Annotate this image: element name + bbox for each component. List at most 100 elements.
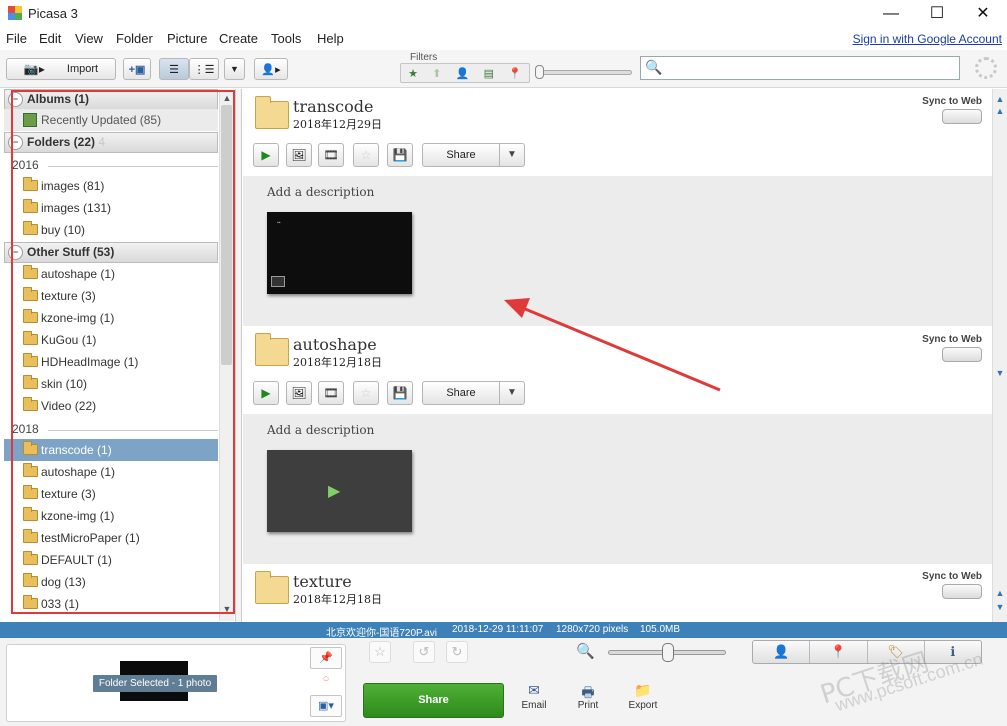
menu-edit[interactable]: Edit (39, 31, 61, 46)
menu-picture[interactable]: Picture (167, 31, 207, 46)
share-button-large[interactable]: Share (363, 683, 504, 718)
star-icon: ☆ (374, 644, 386, 659)
status-filesize: 105.0MB (640, 624, 681, 635)
annotation-arrow (504, 298, 721, 392)
sync-toggle[interactable] (942, 347, 982, 362)
menu-create[interactable]: Create (219, 31, 258, 46)
share-button[interactable]: Share (422, 143, 500, 167)
export-button[interactable]: 📁 Export (621, 682, 665, 711)
rotate-right-button[interactable]: ↻ (446, 641, 468, 663)
section-title[interactable]: transcode (293, 97, 373, 116)
hold-pin-button[interactable]: 📌 (310, 647, 342, 669)
video-thumbnail[interactable]: ▶ (267, 450, 412, 532)
folder-icon (255, 333, 289, 366)
album-dropdown-icon: ▣▾ (318, 700, 334, 712)
search-input[interactable]: 🔍 (640, 56, 960, 80)
email-label: Email (521, 700, 547, 711)
section-title[interactable]: autoshape (293, 335, 377, 354)
clear-selection-button[interactable]: ○ (310, 669, 342, 691)
scroll-bottom-icon[interactable]: ▼ (994, 601, 1006, 613)
tree-view-button[interactable]: ⋮☰ (189, 58, 219, 80)
sync-to-web-label: Sync to Web (922, 334, 982, 345)
import-button[interactable]: 📷▸ Import (6, 58, 116, 80)
add-description[interactable]: Add a description (267, 185, 374, 199)
filters-label: Filters (410, 52, 438, 63)
close-button[interactable]: ✕ (960, 0, 1006, 27)
slider-knob[interactable] (662, 643, 674, 662)
filter-slider-knob[interactable] (535, 65, 544, 79)
add-album-button[interactable]: +▣ (123, 58, 151, 80)
view-dropdown-button[interactable]: ▼ (224, 58, 245, 80)
menu-view[interactable]: View (75, 31, 103, 46)
save-button[interactable]: 💾 (387, 143, 413, 167)
save-button[interactable]: 💾 (387, 381, 413, 405)
menu-tools[interactable]: Tools (271, 31, 301, 46)
video-thumbnail[interactable]: ▪▪ (267, 212, 412, 294)
collage-icon: 🖼 (291, 148, 307, 162)
sync-toggle[interactable] (942, 584, 982, 599)
upload-filter-icon[interactable]: ⬆ (432, 67, 441, 80)
sync-to-web-label: Sync to Web (922, 96, 982, 107)
face-filter-icon[interactable]: 👤 (456, 67, 470, 80)
filter-time-slider[interactable] (537, 70, 632, 75)
sign-in-link[interactable]: Sign in with Google Account (853, 32, 1002, 46)
export-icon: 📁 (634, 682, 652, 698)
star-filter-icon[interactable]: ★ (408, 67, 418, 80)
location-pin-icon[interactable]: 📍 (810, 641, 868, 663)
add-description[interactable]: Add a description (267, 423, 374, 437)
collage-button[interactable]: 🖼 (286, 381, 312, 405)
movie-filter-icon[interactable]: ▤ (484, 67, 494, 80)
print-button[interactable]: 🖶 Print (566, 682, 610, 711)
email-button[interactable]: ✉ Email (512, 682, 556, 711)
list-view-button[interactable]: ☰ (159, 58, 189, 80)
menu-file[interactable]: File (6, 31, 27, 46)
star-button[interactable]: ☆ (353, 381, 379, 405)
play-slideshow-button[interactable]: ▶ (253, 143, 279, 167)
people-icon[interactable]: 👤 (753, 641, 811, 663)
tree-view-icon: ⋮☰ (193, 63, 215, 76)
star-icon: ☆ (360, 386, 372, 400)
play-slideshow-button[interactable]: ▶ (253, 381, 279, 405)
scroll-up-icon[interactable]: ▲ (994, 105, 1006, 117)
status-datetime: 2018-12-29 11:11:07 (452, 624, 544, 635)
section-title[interactable]: texture (293, 572, 352, 591)
pin-icon: 📌 (319, 652, 333, 664)
search-icon: 🔍 (645, 59, 663, 75)
scroll-up-icon[interactable]: ▲ (994, 587, 1006, 599)
star-button[interactable]: ☆ (369, 641, 391, 663)
printer-icon: 🖶 (581, 684, 595, 700)
panel-splitter[interactable] (235, 89, 242, 622)
movie-button[interactable]: 🎞 (318, 381, 344, 405)
people-button[interactable]: 👤▸ (254, 58, 288, 80)
menu-folder[interactable]: Folder (116, 31, 153, 46)
rotate-left-icon: ↺ (418, 644, 430, 659)
share-button[interactable]: Share (422, 381, 500, 405)
thumb-caption: ▪▪ (277, 220, 281, 226)
menu-help[interactable]: Help (317, 31, 344, 46)
scroll-down-icon[interactable]: ▼ (994, 367, 1006, 379)
movie-button[interactable]: 🎞 (318, 143, 344, 167)
scroll-top-icon[interactable]: ▲ (994, 93, 1006, 105)
section-date: 2018年12月18日 (293, 593, 382, 606)
add-to-album-button[interactable]: ▣▾ (310, 695, 342, 717)
email-icon: ✉ (528, 682, 540, 698)
video-badge-icon (271, 276, 285, 287)
minimize-button[interactable]: — (868, 0, 914, 27)
collage-button[interactable]: 🖼 (286, 143, 312, 167)
rotate-left-button[interactable]: ↺ (413, 641, 435, 663)
zoom-picture-icon: 🔍 (576, 643, 595, 660)
star-button[interactable]: ☆ (353, 143, 379, 167)
share-dropdown-button[interactable]: ▼ (499, 143, 525, 167)
geotag-filter-icon[interactable]: 📍 (508, 67, 522, 80)
folder-selected-label: Folder Selected - 1 photo (93, 675, 217, 692)
section-date: 2018年12月18日 (293, 356, 382, 369)
status-bar: 北京欢迎你-国语720P.avi 2018-12-29 11:11:07 128… (0, 622, 1007, 639)
people-icon: 👤▸ (261, 63, 281, 76)
disk-icon: 💾 (392, 386, 408, 400)
sync-toggle[interactable] (942, 109, 982, 124)
maximize-button[interactable]: ☐ (914, 0, 960, 27)
sync-to-web-label: Sync to Web (922, 571, 982, 582)
folder-section: texture 2018年12月18日 Sync to Web (243, 564, 992, 622)
library-scrollbar[interactable]: ▲ ▲ ▼ ▲ ▼ (992, 89, 1007, 622)
status-dimensions: 1280x720 pixels (556, 624, 629, 635)
